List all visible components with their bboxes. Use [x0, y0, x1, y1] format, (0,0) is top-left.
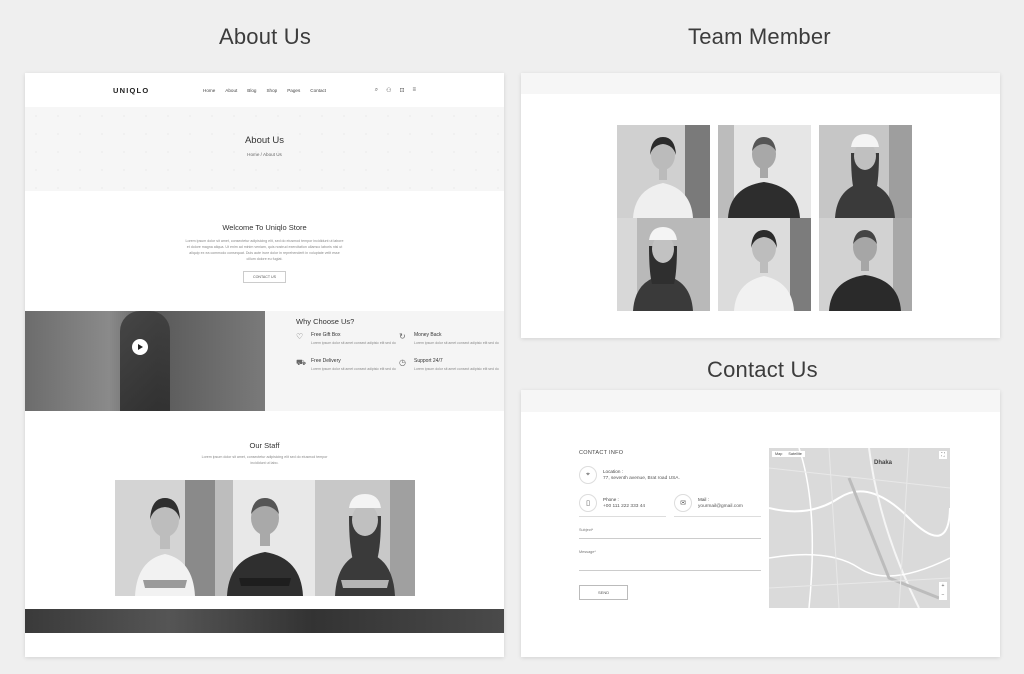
- phone-row: ▯ Phone : +00 111 222 333 44: [579, 494, 666, 517]
- fullscreen-icon[interactable]: ⛶: [939, 451, 947, 459]
- contact-banner-strip: [521, 390, 1000, 412]
- about-page-preview: UNIQLO Home About Blog Shop Pages Contac…: [25, 73, 504, 657]
- about-us-heading: About Us: [219, 24, 312, 49]
- mail-value: yourmail@gmail.com: [698, 504, 743, 509]
- welcome-section: Welcome To Uniqlo Store Lorem ipsum dolo…: [25, 191, 504, 311]
- phone-value: +00 111 222 333 44: [603, 504, 646, 509]
- why-title: Why Choose Us?: [296, 317, 355, 326]
- feature-desc: Lorem ipsum dolor sit amet consect adipi…: [414, 367, 499, 371]
- subject-field[interactable]: Subject*: [579, 528, 761, 539]
- map-tab-map[interactable]: Map: [775, 452, 782, 456]
- staff-section: Our Staff Lorem ipsum dolor sit amet, co…: [25, 411, 504, 633]
- staff-photo-woman-cap[interactable]: [314, 480, 415, 596]
- refresh-icon: ↻: [399, 332, 406, 341]
- staff-photo-woman[interactable]: [114, 480, 215, 596]
- map-city-label: Dhaka: [874, 460, 893, 466]
- team-photo-man[interactable]: [718, 125, 811, 218]
- mail-row: ✉ Mail : yourmail@gmail.com: [674, 494, 761, 517]
- welcome-text: Lorem ipsum dolor sit amet, consectetur …: [185, 239, 344, 261]
- map-tab-satellite[interactable]: Satellite: [788, 452, 802, 456]
- clock-icon: ◷: [399, 358, 406, 367]
- zoom-controls[interactable]: + −: [939, 582, 947, 600]
- contact-info: CONTACT INFO ⌖ Location : 77, seventh av…: [579, 450, 761, 600]
- staff-photo-man[interactable]: [214, 480, 315, 596]
- menu-item-about[interactable]: About: [225, 88, 237, 93]
- team-photo-woman-cap[interactable]: [819, 125, 912, 218]
- feature-item: ♡ Free Gift Box Lorem ipsum dolor sit am…: [296, 332, 399, 346]
- heart-icon: ♡: [296, 332, 304, 341]
- map-type-toggle: Map Satellite: [772, 451, 805, 457]
- why-content: Why Choose Us? ♡ Free Gift Box Lorem ips…: [265, 311, 504, 411]
- location-map[interactable]: Map Satellite Dhaka ⛶ + −: [769, 448, 950, 608]
- phone-icon: ▯: [579, 494, 597, 512]
- location-label: Location :: [603, 469, 623, 474]
- contact-us-heading: Contact Us: [707, 357, 818, 382]
- menu-icon[interactable]: ≡: [412, 87, 416, 93]
- contact-us-button[interactable]: CONTACT US: [242, 271, 287, 283]
- feature-item: ◷ Support 24/7 Lorem ipsum dolor sit ame…: [399, 358, 502, 372]
- team-photo-woman-2[interactable]: [718, 218, 811, 311]
- mail-icon: ✉: [674, 494, 692, 512]
- site-header: UNIQLO Home About Blog Shop Pages Contac…: [25, 73, 504, 107]
- why-choose-section: Why Choose Us? ♡ Free Gift Box Lorem ips…: [25, 311, 504, 411]
- location-pin-icon: ⌖: [579, 466, 597, 484]
- feature-desc: Lorem ipsum dolor sit amet consect adipi…: [311, 367, 396, 371]
- feature-desc: Lorem ipsum dolor sit amet consect adipi…: [311, 341, 396, 345]
- team-banner-strip: [521, 73, 1000, 94]
- user-icon[interactable]: ⚇: [386, 87, 391, 94]
- cart-icon[interactable]: ⊡: [399, 87, 404, 94]
- footer-banner: [25, 609, 504, 633]
- send-button[interactable]: SEND: [579, 585, 629, 600]
- menu-item-home[interactable]: Home: [203, 88, 215, 93]
- team-photo-woman[interactable]: [617, 125, 710, 218]
- staff-text: Lorem ipsum dolor sit amet, consectetur …: [201, 455, 328, 465]
- feature-title: Free Gift Box: [311, 332, 341, 338]
- search-icon[interactable]: ⌕: [375, 87, 378, 94]
- contact-info-title: CONTACT INFO: [579, 450, 624, 456]
- page-banner: About Us Home / About Us: [25, 107, 504, 191]
- feature-item: ↻ Money Back Lorem ipsum dolor sit amet …: [399, 332, 502, 346]
- header-icons: ⌕ ⚇ ⊡ ≡: [375, 73, 416, 107]
- main-menu: Home About Blog Shop Pages Contact: [203, 73, 326, 107]
- feature-title: Free Delivery: [311, 358, 341, 364]
- feature-title: Money Back: [414, 332, 442, 338]
- welcome-title: Welcome To Uniqlo Store: [222, 223, 307, 232]
- breadcrumb[interactable]: Home / About Us: [25, 152, 504, 157]
- feature-item: ⛟ Free Delivery Lorem ipsum dolor sit am…: [296, 358, 399, 372]
- mail-label: Mail :: [698, 497, 709, 502]
- contact-page-preview: CONTACT INFO ⌖ Location : 77, seventh av…: [521, 390, 1000, 657]
- team-page-preview: [521, 73, 1000, 338]
- location-value: 77, seventh avenue, Brat road USA.: [603, 476, 680, 481]
- play-icon[interactable]: [132, 339, 148, 355]
- team-member-heading: Team Member: [688, 24, 831, 49]
- staff-photos: [25, 480, 504, 596]
- page-title: About Us: [244, 135, 285, 146]
- feature-title: Support 24/7: [414, 358, 443, 364]
- feature-desc: Lorem ipsum dolor sit amet consect adipi…: [414, 341, 499, 345]
- menu-item-contact[interactable]: Contact: [310, 88, 326, 93]
- staff-title: Our Staff: [249, 441, 280, 450]
- menu-item-pages[interactable]: Pages: [287, 88, 300, 93]
- team-photo-woman-cap-2[interactable]: [617, 218, 710, 311]
- menu-item-shop[interactable]: Shop: [266, 88, 277, 93]
- team-photo-man-2[interactable]: [819, 218, 912, 311]
- phone-label: Phone :: [603, 497, 619, 502]
- location-row: ⌖ Location : 77, seventh avenue, Brat ro…: [579, 466, 761, 484]
- message-field[interactable]: Message*: [579, 550, 761, 571]
- truck-icon: ⛟: [296, 358, 307, 367]
- team-grid: [617, 125, 912, 311]
- video-thumbnail[interactable]: [25, 311, 265, 411]
- menu-item-blog[interactable]: Blog: [247, 88, 256, 93]
- site-logo[interactable]: UNIQLO: [113, 86, 149, 95]
